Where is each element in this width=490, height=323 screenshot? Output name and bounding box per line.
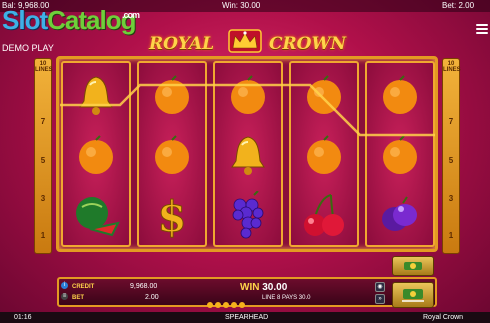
line-number: 3 (40, 194, 46, 203)
line-pays-text: LINE 8 PAYS 30.0 (262, 295, 311, 301)
win-value: 30.00 (262, 282, 288, 293)
slotcatalog-watermark: SlotCatalog .com (2, 5, 140, 35)
logo-crown: CROWN (269, 34, 347, 54)
win-display: WIN 30.00 (240, 282, 287, 293)
demo-play-label: DEMO PLAY (2, 43, 54, 53)
lines-header-left: 10 LINES (35, 61, 53, 73)
crown-icon (228, 29, 262, 53)
win-text: Win: 30.00 (222, 1, 261, 10)
watermark-slot: Slot (2, 5, 48, 35)
fast-forward-icon[interactable]: » (375, 294, 385, 304)
cherries-icon (291, 185, 357, 245)
spin-button[interactable] (392, 282, 434, 308)
line-number: 5 (448, 156, 454, 165)
clock-text: 01:16 (14, 314, 32, 321)
game-logo: ROYAL CROWN (145, 28, 347, 58)
line-number: 1 (40, 231, 46, 240)
dollar-sign-icon: $ (139, 185, 205, 245)
bet-text: Bet: 2.00 (442, 1, 475, 10)
watermark-com: .com (122, 10, 140, 20)
grapes-icon (215, 185, 281, 245)
bet-value: 2.00 (145, 294, 159, 301)
footer-bar: 01:16 SPEARHEAD Royal Crown (0, 312, 490, 323)
win-label: WIN (240, 282, 260, 293)
info-icon[interactable]: i (61, 282, 68, 289)
coin-indicators (207, 295, 247, 313)
credit-label: CREDIT (72, 284, 95, 290)
credit-value: 9,968.00 (130, 283, 158, 290)
lines-panel-left: 10 LINES 7 5 3 1 (34, 58, 53, 254)
lines-panel-right: 10 LINES 7 5 3 1 (442, 58, 461, 254)
plums-icon (367, 185, 433, 245)
autoplay-icon[interactable]: ◉ (375, 282, 385, 292)
winning-payline (60, 83, 435, 137)
line-number: 7 (448, 117, 454, 126)
bet-label: BET (72, 295, 84, 301)
line-number: 5 (40, 156, 46, 165)
coins-icon (404, 262, 422, 270)
hand-coins-icon (402, 289, 424, 302)
line-number: 7 (40, 117, 46, 126)
line-number: 3 (448, 194, 454, 203)
line-number: 1 (448, 231, 454, 240)
settings-icon[interactable]: ≡ (61, 293, 68, 300)
bet-coins-button[interactable] (392, 256, 434, 276)
lines-header-right: 10 LINES (443, 61, 461, 73)
watermelon-icon (63, 185, 129, 245)
svg-text:$: $ (157, 192, 186, 239)
game-name-text: Royal Crown (423, 314, 464, 321)
hamburger-menu-icon[interactable] (476, 24, 488, 34)
provider-text: SPEARHEAD (225, 314, 269, 321)
logo-royal: ROYAL (149, 34, 215, 54)
